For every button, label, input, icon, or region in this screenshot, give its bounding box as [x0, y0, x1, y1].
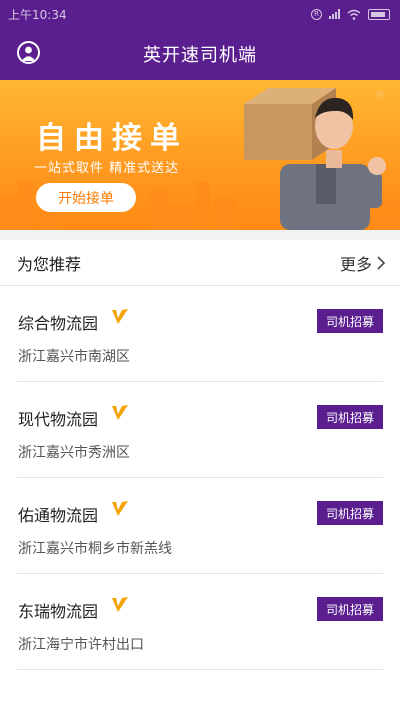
- driver-recruit-button[interactable]: 司机招募: [317, 597, 383, 621]
- list-item[interactable]: 综合物流园 司机招募 浙江嘉兴市南湖区: [0, 286, 400, 382]
- park-address: 浙江嘉兴市秀洲区: [18, 445, 130, 461]
- verified-v-icon: [112, 405, 128, 420]
- park-name: 佑通物流园: [18, 506, 99, 525]
- title-bar: 英开速司机端: [0, 28, 400, 80]
- park-name: 现代物流园: [18, 410, 99, 429]
- park-address: 浙江嘉兴市桐乡市新羔线: [18, 541, 172, 557]
- status-time: 上午10:34: [8, 7, 67, 22]
- more-link[interactable]: 更多: [340, 251, 386, 275]
- status-icons: R: [311, 8, 390, 20]
- status-bar: 上午10:34 R: [0, 0, 400, 28]
- app-header: 上午10:34 R 英开速司机端: [0, 0, 400, 80]
- recommend-header: 为您推荐 更多: [0, 240, 400, 286]
- list-item[interactable]: 现代物流园 司机招募 浙江嘉兴市秀洲区: [0, 382, 400, 478]
- driver-recruit-button[interactable]: 司机招募: [317, 309, 383, 333]
- list-item[interactable]: 东瑞物流园 司机招募 浙江海宁市许村出口: [0, 574, 400, 670]
- verified-v-icon: [112, 501, 128, 516]
- logistics-park-list: 综合物流园 司机招募 浙江嘉兴市南湖区 现代物流园 司机招募 浙江嘉兴市秀洲区 …: [0, 286, 400, 670]
- driver-recruit-button[interactable]: 司机招募: [317, 405, 383, 429]
- recommend-title: 为您推荐: [17, 254, 82, 274]
- banner-subtitle: 一站式取件 精准式送达: [34, 161, 180, 176]
- park-name: 东瑞物流园: [18, 602, 99, 621]
- battery-icon: [368, 8, 390, 20]
- delivery-man-illustration: [244, 88, 386, 230]
- banner-title: 自由接单: [36, 121, 188, 156]
- verified-v-icon: [112, 309, 128, 324]
- list-item[interactable]: 佑通物流园 司机招募 浙江嘉兴市桐乡市新羔线: [0, 478, 400, 574]
- verified-v-icon: [112, 597, 128, 612]
- park-address: 浙江嘉兴市南湖区: [18, 349, 130, 365]
- start-order-button[interactable]: 开始接单: [36, 183, 136, 212]
- promo-banner[interactable]: 自由接单 一站式取件 精准式送达 开始接单: [0, 80, 400, 230]
- driver-recruit-button[interactable]: 司机招募: [317, 501, 383, 525]
- user-avatar-button[interactable]: [17, 41, 40, 64]
- user-icon: [21, 46, 36, 61]
- page-title: 英开速司机端: [143, 45, 257, 66]
- registered-icon: R: [311, 8, 322, 20]
- park-address: 浙江海宁市许村出口: [18, 637, 144, 653]
- park-name: 综合物流园: [18, 314, 99, 333]
- more-label: 更多: [339, 254, 372, 274]
- chevron-right-icon: [377, 255, 386, 270]
- wifi-icon: [347, 9, 361, 20]
- section-divider: [0, 230, 400, 240]
- signal-icon: [329, 9, 340, 19]
